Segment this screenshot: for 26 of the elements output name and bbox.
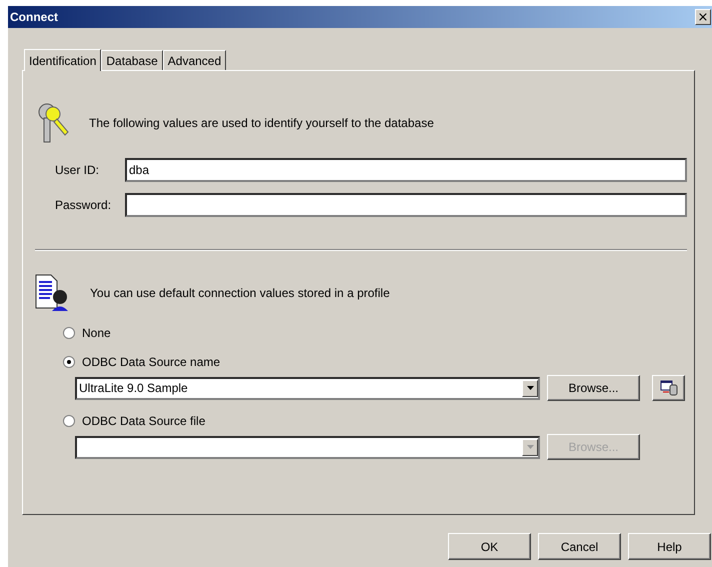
field-label: Password: xyxy=(55,198,112,212)
dialog-button[interactable]: Cancel xyxy=(538,533,621,560)
profile-document-icon xyxy=(35,274,69,312)
radio-label: None xyxy=(82,326,111,340)
profile-message: You can use default connection values stored in a profile xyxy=(90,286,390,300)
dropdown-field[interactable] xyxy=(75,436,540,458)
radio-label: ODBC Data Source name xyxy=(82,355,220,369)
close-button[interactable]: × xyxy=(695,9,711,25)
tab[interactable]: Advanced xyxy=(162,50,226,70)
radio-button[interactable] xyxy=(63,327,75,339)
tab[interactable]: Database xyxy=(101,50,163,70)
window-title: Connect xyxy=(10,10,58,24)
input-field[interactable]: dba xyxy=(125,158,687,182)
radio-button[interactable] xyxy=(63,415,75,427)
data-source-button[interactable] xyxy=(652,375,685,401)
radio-button[interactable] xyxy=(63,356,75,368)
dialog-button[interactable]: OK xyxy=(448,533,531,560)
dialog-button[interactable]: Help xyxy=(628,533,711,560)
database-window-icon xyxy=(660,380,678,396)
input-field[interactable] xyxy=(125,193,687,217)
browse-button[interactable]: Browse... xyxy=(547,375,640,401)
tab[interactable]: Identification xyxy=(24,49,102,71)
identification-message: The following values are used to identify yourself to the database xyxy=(89,116,434,130)
radio-label: ODBC Data Source file xyxy=(82,414,206,428)
field-label: User ID: xyxy=(55,163,100,177)
dropdown-field[interactable]: UltraLite 9.0 Sample xyxy=(75,376,540,400)
